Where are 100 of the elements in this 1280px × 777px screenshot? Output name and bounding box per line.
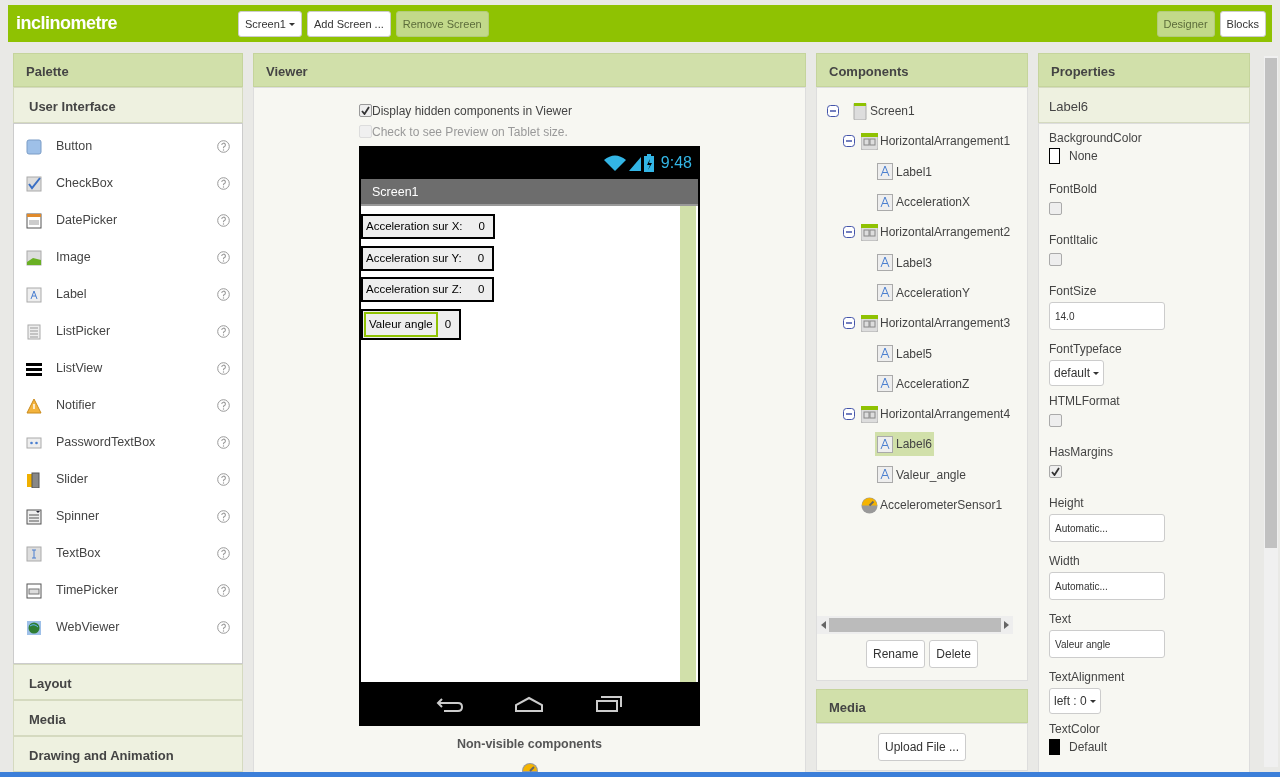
collapse-icon[interactable] (843, 317, 855, 330)
palette-item[interactable]: TimePicker (14, 572, 242, 609)
tree-item[interactable]: HorizontalArrangement1 (859, 129, 1013, 154)
checked-checkbox[interactable] (359, 104, 372, 117)
help-icon[interactable] (217, 214, 230, 227)
arrangement-icon (861, 314, 878, 332)
palette-item[interactable]: PasswordTextBox (14, 424, 242, 461)
color-swatch[interactable] (1049, 148, 1060, 164)
palette-item[interactable]: Label (14, 276, 242, 313)
collapse-icon[interactable] (843, 135, 855, 148)
help-icon[interactable] (217, 251, 230, 264)
tree-item[interactable]: Label5 (875, 341, 935, 366)
palette-item[interactable]: Button (14, 128, 242, 165)
value-text[interactable]: 0 (471, 279, 493, 301)
tree-item[interactable]: Valeur_angle (875, 462, 968, 487)
value-text[interactable]: 0 (438, 313, 460, 335)
category-header[interactable]: Drawing and Animation (13, 736, 243, 772)
color-swatch[interactable] (1049, 739, 1060, 755)
help-icon[interactable] (217, 177, 230, 190)
help-icon[interactable] (217, 288, 230, 301)
help-icon[interactable] (217, 510, 230, 523)
help-icon[interactable] (217, 362, 230, 375)
color-value[interactable]: None (1069, 147, 1098, 165)
category-header[interactable]: Media (13, 700, 243, 736)
palette-item[interactable]: Spinner (14, 498, 242, 535)
property-field[interactable]: Automatic... (1049, 514, 1165, 542)
action-button[interactable]: Rename (865, 640, 926, 668)
label-text[interactable]: Acceleration sur Z: (363, 279, 472, 301)
collapse-icon[interactable] (843, 408, 855, 421)
property-field[interactable]: Automatic... (1049, 572, 1165, 600)
palette-item[interactable]: Notifier (14, 387, 242, 424)
component-row[interactable]: Acceleration sur Y: 0 (361, 245, 495, 271)
caret-icon (289, 22, 296, 27)
value-text[interactable]: 0 (472, 216, 493, 238)
tree-item[interactable]: AccelerometerSensor1 (859, 493, 1005, 517)
help-icon[interactable] (217, 621, 230, 634)
toolbar-button[interactable]: Add Screen ... (307, 10, 391, 37)
palette-item[interactable]: ListPicker (14, 313, 242, 350)
panel-header: Properties (1038, 53, 1250, 87)
property-dropdown[interactable]: default (1049, 360, 1105, 386)
help-icon[interactable] (217, 473, 230, 486)
tree-item[interactable]: Label6 (875, 432, 935, 457)
palette-item[interactable]: Image (14, 239, 242, 276)
label-icon (877, 163, 894, 181)
tree-item[interactable]: AccelerationX (875, 190, 973, 215)
category-header[interactable]: Layout (13, 664, 243, 700)
arrangement-icon (861, 223, 878, 241)
checkbox[interactable] (1049, 202, 1062, 215)
palette-item[interactable]: WebViewer (14, 609, 242, 646)
help-icon[interactable] (217, 399, 230, 412)
component-row[interactable]: Valeur angle 0 (361, 308, 462, 340)
screen-dropdown[interactable]: Screen1 (238, 10, 303, 37)
collapse-icon[interactable] (827, 105, 839, 118)
property-dropdown[interactable]: left : 0 (1049, 688, 1102, 714)
property-field[interactable]: Valeur angle (1049, 630, 1165, 658)
component-row[interactable]: Acceleration sur Z: 0 (361, 277, 495, 303)
tree-item[interactable]: HorizontalArrangement4 (859, 402, 1013, 427)
palette-item[interactable]: TextBox (14, 535, 242, 572)
list-view-icon (26, 360, 42, 377)
collapse-icon[interactable] (843, 226, 855, 239)
action-button[interactable]: Delete (929, 640, 978, 668)
scroll-right-icon[interactable] (1004, 621, 1009, 629)
tree-item[interactable]: Screen1 (849, 99, 917, 124)
scrollbar-thumb[interactable] (1265, 58, 1277, 548)
component-row[interactable]: Acceleration sur X: 0 (361, 214, 495, 240)
view-tab[interactable]: Blocks (1219, 10, 1266, 37)
label-text[interactable]: Acceleration sur Y: (363, 247, 472, 269)
tree-item[interactable]: Label1 (875, 159, 935, 184)
help-icon[interactable] (217, 547, 230, 560)
checked-checkbox[interactable] (1049, 465, 1062, 478)
tree-item[interactable]: Label3 (875, 250, 935, 275)
palette-item[interactable]: Slider (14, 461, 242, 498)
category-header[interactable]: User Interface (13, 87, 243, 123)
sensor-icon (861, 496, 878, 514)
label-text[interactable]: Acceleration sur X: (363, 216, 473, 238)
value-text[interactable]: 0 (471, 247, 493, 269)
checkbox[interactable] (1049, 414, 1062, 427)
property-name: FontBold (1049, 181, 1099, 198)
palette-item[interactable]: ListView (14, 350, 242, 387)
help-icon[interactable] (217, 140, 230, 153)
palette-item[interactable]: CheckBox (14, 165, 242, 202)
help-icon[interactable] (217, 325, 230, 338)
view-tab[interactable]: Designer (1156, 10, 1215, 37)
scrollbar-thumb[interactable] (829, 618, 1001, 632)
property-field[interactable]: 14.0 (1049, 302, 1165, 330)
help-icon[interactable] (217, 584, 230, 597)
label-text[interactable]: Valeur angle (364, 311, 438, 337)
image-icon (26, 249, 42, 266)
property-name: FontTypeface (1049, 341, 1123, 358)
tree-item[interactable]: HorizontalArrangement2 (859, 220, 1013, 245)
help-icon[interactable] (217, 436, 230, 449)
upload-button[interactable]: Upload File ... (877, 733, 966, 761)
tree-item[interactable]: HorizontalArrangement3 (859, 311, 1013, 336)
tree-item[interactable]: AccelerationZ (875, 371, 972, 396)
checkbox[interactable] (1049, 253, 1062, 266)
color-value[interactable]: Default (1069, 738, 1108, 756)
scroll-left-icon[interactable] (821, 621, 826, 629)
palette-item[interactable]: DatePicker (14, 202, 242, 239)
label-icon (877, 284, 894, 302)
tree-item[interactable]: AccelerationY (875, 280, 973, 305)
